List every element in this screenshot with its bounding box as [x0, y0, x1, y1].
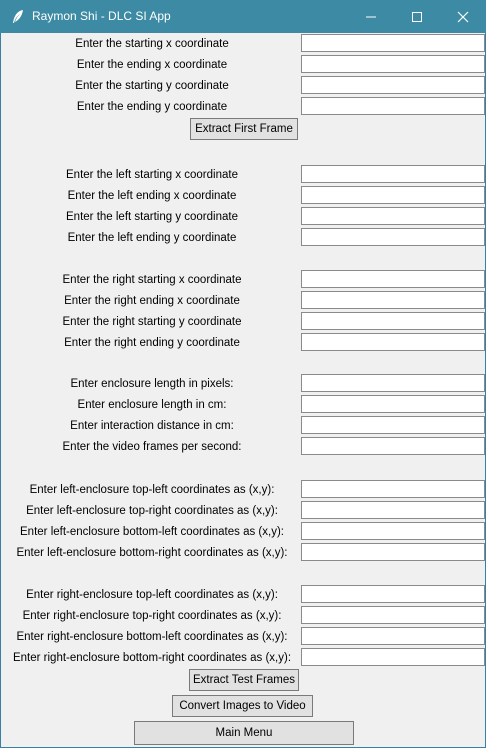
input-right-start-x[interactable]: [301, 270, 485, 288]
feather-icon: [11, 9, 25, 25]
label-enclosure-length-cm: Enter enclosure length in cm:: [77, 399, 227, 411]
input-left-enclosure-bottom-left[interactable]: [301, 522, 485, 540]
extract-test-frames-button[interactable]: Extract Test Frames: [189, 669, 299, 691]
label-fps: Enter the video frames per second:: [62, 441, 242, 453]
input-left-end-y[interactable]: [301, 228, 485, 246]
input-right-start-y[interactable]: [301, 312, 485, 330]
label-right-end-y: Enter the right ending y coordinate: [64, 337, 240, 349]
label-left-end-y: Enter the left ending y coordinate: [67, 232, 237, 244]
main-menu-button[interactable]: Main Menu: [134, 721, 354, 745]
input-end-x[interactable]: [301, 55, 485, 73]
label-right-end-x: Enter the right ending x coordinate: [64, 295, 240, 307]
input-left-enclosure-bottom-right[interactable]: [301, 543, 485, 561]
convert-images-to-video-button[interactable]: Convert Images to Video: [172, 695, 313, 717]
input-left-enclosure-top-right[interactable]: [301, 501, 485, 519]
input-enclosure-length-cm[interactable]: [301, 395, 485, 413]
label-start-x: Enter the starting x coordinate: [75, 38, 229, 50]
input-right-end-y[interactable]: [301, 333, 485, 351]
label-start-y: Enter the starting y coordinate: [75, 80, 229, 92]
input-right-enclosure-bottom-right[interactable]: [301, 648, 485, 666]
label-right-enclosure-top-left: Enter right-enclosure top-left coordinat…: [26, 589, 278, 601]
minimize-icon: [366, 16, 376, 18]
label-left-enclosure-bottom-left: Enter left-enclosure bottom-left coordin…: [20, 526, 284, 538]
label-right-enclosure-bottom-right: Enter right-enclosure bottom-right coord…: [12, 652, 292, 664]
input-left-end-x[interactable]: [301, 186, 485, 204]
label-left-end-x: Enter the left ending x coordinate: [67, 190, 237, 202]
input-right-end-x[interactable]: [301, 291, 485, 309]
input-right-enclosure-top-left[interactable]: [301, 585, 485, 603]
form-area: Enter the starting x coordinate Enter th…: [1, 33, 485, 747]
close-icon: [457, 11, 469, 23]
maximize-icon: [412, 12, 422, 22]
label-right-enclosure-top-right: Enter right-enclosure top-right coordina…: [22, 610, 282, 622]
label-right-start-y: Enter the right starting y coordinate: [62, 316, 242, 328]
input-end-y[interactable]: [301, 97, 485, 115]
input-left-start-x[interactable]: [301, 165, 485, 183]
input-right-enclosure-bottom-left[interactable]: [301, 627, 485, 645]
label-left-start-x: Enter the left starting x coordinate: [66, 169, 238, 181]
label-left-enclosure-top-right: Enter left-enclosure top-right coordinat…: [26, 505, 278, 517]
input-enclosure-length-px[interactable]: [301, 374, 485, 392]
input-interaction-distance[interactable]: [301, 416, 485, 434]
label-left-start-y: Enter the left starting y coordinate: [66, 211, 238, 223]
label-left-enclosure-bottom-right: Enter left-enclosure bottom-right coordi…: [16, 547, 288, 559]
label-right-enclosure-bottom-left: Enter right-enclosure bottom-left coordi…: [16, 631, 288, 643]
label-end-y: Enter the ending y coordinate: [76, 101, 228, 113]
input-start-x[interactable]: [301, 34, 485, 52]
label-enclosure-length-px: Enter enclosure length in pixels:: [70, 378, 234, 390]
label-left-enclosure-top-left: Enter left-enclosure top-left coordinate…: [29, 484, 275, 496]
extract-first-frame-button[interactable]: Extract First Frame: [190, 118, 298, 140]
input-fps[interactable]: [301, 437, 485, 455]
label-interaction-distance: Enter interaction distance in cm:: [70, 420, 234, 432]
label-right-start-x: Enter the right starting x coordinate: [62, 274, 242, 286]
title-bar[interactable]: Raymon Shi - DLC SI App: [0, 0, 486, 33]
input-right-enclosure-top-right[interactable]: [301, 606, 485, 624]
label-end-x: Enter the ending x coordinate: [76, 59, 228, 71]
input-left-enclosure-top-left[interactable]: [301, 480, 485, 498]
input-left-start-y[interactable]: [301, 207, 485, 225]
input-start-y[interactable]: [301, 76, 485, 94]
window-title: Raymon Shi - DLC SI App: [32, 9, 171, 23]
maximize-button[interactable]: [394, 0, 440, 33]
close-button[interactable]: [440, 0, 486, 33]
minimize-button[interactable]: [348, 0, 394, 33]
